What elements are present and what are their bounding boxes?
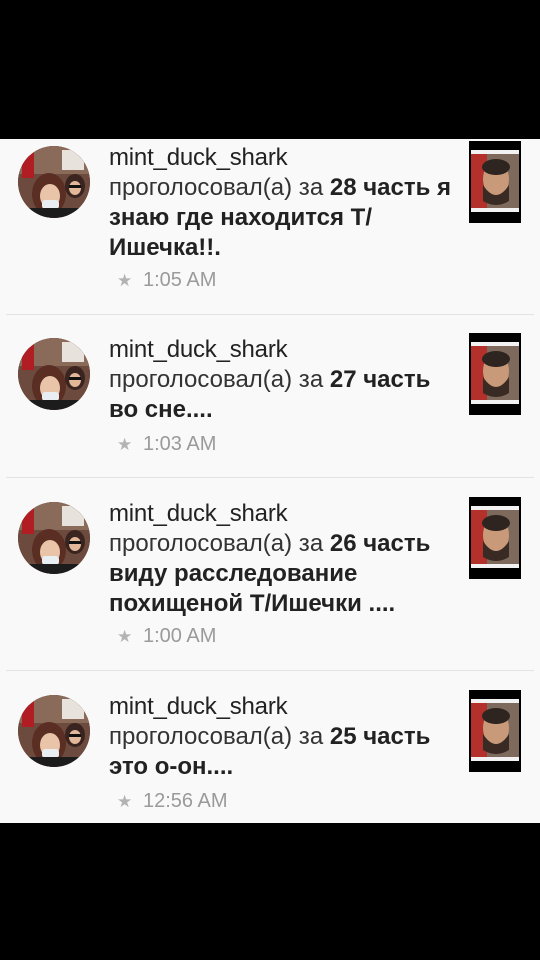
notification-text: mint_duck_shark проголосовал(а) за 26 ча…: [109, 499, 454, 619]
part-label[interactable]: 27 часть: [330, 366, 431, 393]
timestamp: 1:05 AM: [143, 269, 217, 291]
story-title[interactable]: это о-он....: [109, 753, 233, 780]
avatar[interactable]: [18, 146, 90, 218]
username[interactable]: mint_duck_shark: [109, 499, 454, 529]
timestamp: 1:03 AM: [143, 433, 217, 455]
story-title[interactable]: виду расследование похищеной Т/Ишечки ..…: [109, 560, 395, 617]
part-label[interactable]: 25 часть: [330, 723, 431, 750]
divider: [6, 670, 534, 671]
divider: [6, 477, 534, 478]
timestamp: 1:00 AM: [143, 625, 217, 647]
timestamp-row: ★ 1:00 AM: [117, 624, 216, 649]
username[interactable]: mint_duck_shark: [109, 335, 454, 365]
action-text: проголосовал(а) за: [109, 366, 324, 393]
notification-text: mint_duck_shark проголосовал(а) за 27 ча…: [109, 335, 454, 425]
avatar[interactable]: [18, 695, 90, 767]
star-icon: ★: [117, 792, 133, 811]
notification-text: mint_duck_shark проголосовал(а) за 28 ча…: [109, 143, 454, 263]
story-cover-thumbnail[interactable]: [469, 690, 521, 772]
timestamp-row: ★ 12:56 AM: [117, 789, 228, 814]
timestamp-row: ★ 1:03 AM: [117, 432, 216, 457]
story-cover-thumbnail[interactable]: [469, 333, 521, 415]
story-title[interactable]: во сне....: [109, 396, 213, 423]
status-bar-area: [0, 0, 540, 139]
username[interactable]: mint_duck_shark: [109, 143, 454, 173]
part-label[interactable]: 26 часть: [330, 530, 431, 557]
avatar[interactable]: [18, 502, 90, 574]
divider: [6, 314, 534, 315]
action-text: проголосовал(а) за: [109, 174, 324, 201]
timestamp: 12:56 AM: [143, 790, 228, 812]
action-text: проголосовал(а) за: [109, 530, 324, 557]
timestamp-row: ★ 1:05 AM: [117, 268, 216, 293]
story-cover-thumbnail[interactable]: [469, 141, 521, 223]
star-icon: ★: [117, 435, 133, 454]
star-icon: ★: [117, 271, 133, 290]
story-cover-thumbnail[interactable]: [469, 497, 521, 579]
avatar[interactable]: [18, 338, 90, 410]
part-label[interactable]: 28 часть: [330, 174, 431, 201]
username[interactable]: mint_duck_shark: [109, 692, 454, 722]
star-icon: ★: [117, 627, 133, 646]
notification-text: mint_duck_shark проголосовал(а) за 25 ча…: [109, 692, 454, 782]
notification-feed: mint_duck_shark проголосовал(а) за 28 ча…: [0, 139, 540, 823]
action-text: проголосовал(а) за: [109, 723, 324, 750]
navigation-bar-area: [0, 823, 540, 960]
